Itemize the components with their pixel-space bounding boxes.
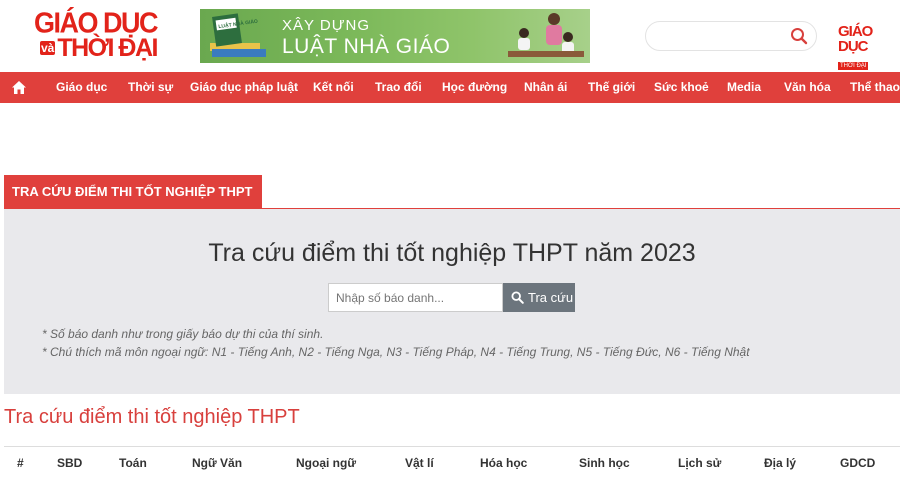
col-ngu-van: Ngữ Văn (192, 456, 243, 470)
lookup-button-label: Tra cứu (528, 290, 574, 305)
col-ngoai-ngu: Ngoại ngữ (296, 456, 357, 470)
nav-item-hoc-duong[interactable]: Học đường (442, 72, 507, 103)
results-table-header: # SBD Toán Ngữ Văn Ngoại ngữ Vật lí Hóa … (4, 446, 900, 480)
banner-line1: XÂY DỰNG (282, 17, 371, 34)
search-icon[interactable] (790, 27, 808, 45)
nav-item-the-thao[interactable]: Thể thao (850, 72, 900, 103)
logo-line2-wrap: và THỜI ĐẠI (34, 36, 164, 61)
main-nav: Giáo dục Thời sự Giáo dục pháp luật Kết … (0, 72, 900, 103)
banner-line2: LUẬT NHÀ GIÁO (282, 35, 451, 58)
panel-tab-title: TRA CỨU ĐIỂM THI TỐT NGHIỆP THPT (4, 175, 262, 208)
mini-logo-line2: THỜI ĐẠI (838, 62, 869, 70)
panel-tab-bar: TRA CỨU ĐIỂM THI TỐT NGHIỆP THPT (4, 175, 900, 209)
search-icon (511, 291, 524, 304)
lookup-panel: Tra cứu điểm thi tốt nghiệp THPT năm 202… (4, 209, 900, 394)
lookup-button[interactable]: Tra cứu (503, 283, 575, 312)
nav-item-the-gioi[interactable]: Thế giới (588, 72, 635, 103)
nav-item-media[interactable]: Media (727, 72, 761, 103)
header-search[interactable] (645, 21, 817, 51)
mini-logo[interactable]: GIÁO DỤC THỜI ĐẠI (838, 24, 900, 70)
col-vat-li: Vật lí (405, 456, 434, 470)
candidate-number-input[interactable] (328, 283, 503, 312)
col-lich-su: Lịch sử (678, 456, 722, 470)
col-toan: Toán (119, 456, 147, 470)
nav-item-suc-khoe[interactable]: Sức khoẻ (654, 72, 709, 103)
site-header: GIÁO DỤC và THỜI ĐẠI LUẬT NHÀ GIÁO XÂY DỰ… (0, 0, 900, 72)
col-gdcd: GDCD (840, 456, 876, 470)
note-language-codes: * Chú thích mã môn ngoại ngữ: N1 - Tiếng… (42, 345, 750, 359)
site-logo[interactable]: GIÁO DỤC và THỜI ĐẠI (34, 7, 164, 62)
nav-item-trao-doi[interactable]: Trao đổi (375, 72, 422, 103)
col-dia-ly: Địa lý (764, 456, 797, 470)
logo-line1: GIÁO DỤC (34, 7, 159, 39)
col-index: # (17, 456, 24, 470)
note-candidate-number: * Số báo danh như trong giấy báo dự thi … (42, 327, 324, 341)
logo-va: và (40, 41, 56, 55)
ad-banner[interactable]: LUẬT NHÀ GIÁO XÂY DỰNG LUẬT NHÀ GIÁO (200, 9, 590, 63)
nav-item-thoi-su[interactable]: Thời sự (128, 72, 173, 103)
students-illustration (508, 13, 584, 57)
nav-item-ket-noi[interactable]: Kết nối (313, 72, 354, 103)
header-search-input[interactable] (658, 27, 788, 47)
nav-item-giao-duc[interactable]: Giáo dục (56, 72, 107, 103)
col-sinh-hoc: Sinh học (579, 456, 630, 470)
lookup-heading: Tra cứu điểm thi tốt nghiệp THPT năm 202… (208, 239, 696, 267)
results-title: Tra cứu điểm thi tốt nghiệp THPT (4, 406, 300, 428)
home-icon[interactable] (11, 80, 27, 95)
mini-logo-line1: GIÁO DỤC (838, 23, 873, 55)
nav-item-van-hoa[interactable]: Văn hóa (784, 72, 831, 103)
nav-item-giao-duc-phap-luat[interactable]: Giáo dục pháp luật (190, 72, 298, 103)
books-illustration: LUẬT NHÀ GIÁO (210, 13, 266, 57)
col-sbd: SBD (57, 456, 83, 470)
nav-item-nhan-ai[interactable]: Nhân ái (524, 72, 567, 103)
col-hoa-hoc: Hóa học (480, 456, 528, 470)
